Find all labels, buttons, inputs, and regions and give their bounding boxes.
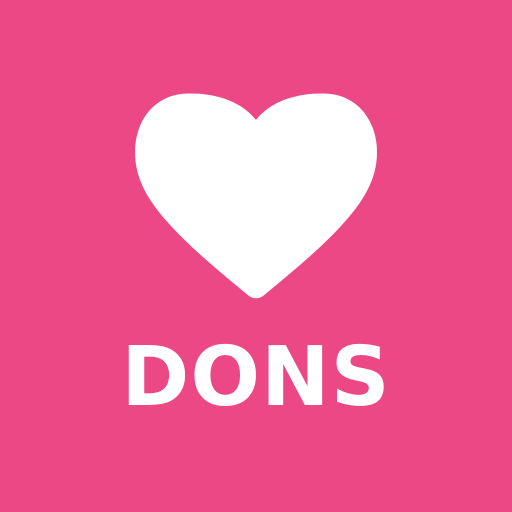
dons-tile[interactable]: DONS — [0, 0, 512, 512]
dons-label: DONS — [121, 330, 391, 425]
heart-icon — [133, 92, 379, 300]
